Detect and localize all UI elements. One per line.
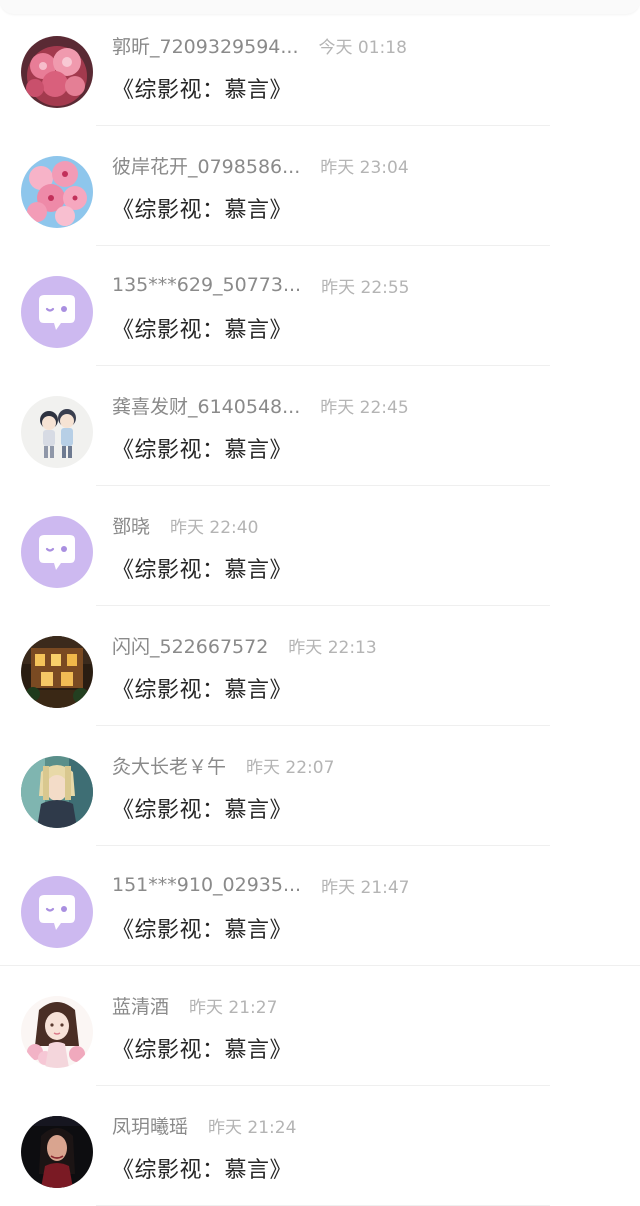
comment-meta: 龚喜发财_6140548... 昨天 22:45 [112,388,409,422]
comment-text: 《综影视：慕言》 [112,558,293,583]
username[interactable]: 郭昕_7209329594... [112,32,299,59]
timestamp: 昨天 22:07 [246,757,335,778]
comment-text: 《综影视：慕言》 [112,798,293,823]
timestamp: 昨天 22:45 [320,397,409,418]
username[interactable]: 龚喜发财_6140548... [112,392,300,419]
default-chat-avatar[interactable] [21,876,93,948]
comment-row[interactable]: 凤玥曦瑶 昨天 21:24 《综影视：慕言》 [0,1086,640,1206]
comment-meta: 蓝清酒 昨天 21:27 [112,988,277,1022]
comment-text: 《综影视：慕言》 [112,198,293,223]
night-house-avatar[interactable] [21,636,93,708]
comment-row[interactable]: 135***629_50773... 昨天 22:55 《综影视：慕言》 [0,246,640,366]
default-chat-avatar[interactable] [21,276,93,348]
comment-row[interactable]: 龚喜发财_6140548... 昨天 22:45 《综影视：慕言》 [0,366,640,486]
comment-meta: 彼岸花开_0798586... 昨天 23:04 [112,148,409,182]
username[interactable]: 闪闪_522667572 [112,632,268,659]
comment-meta: 凤玥曦瑶 昨天 21:24 [112,1108,296,1142]
timestamp: 昨天 23:04 [320,157,409,178]
anime-character-avatar[interactable] [21,756,93,828]
comment-meta: 135***629_50773... 昨天 22:55 [112,268,410,302]
username[interactable]: 凤玥曦瑶 [112,1112,188,1139]
comment-row[interactable]: 151***910_02935... 昨天 21:47 《综影视：慕言》 [0,846,640,966]
dark-portrait-avatar[interactable] [21,1116,93,1188]
comment-row[interactable]: 彼岸花开_0798586... 昨天 23:04 《综影视：慕言》 [0,126,640,246]
comment-row[interactable]: 鄧晓 昨天 22:40 《综影视：慕言》 [0,486,640,606]
comment-text: 《综影视：慕言》 [112,78,293,103]
comment-row[interactable]: 灸大长老￥午 昨天 22:07 《综影视：慕言》 [0,726,640,846]
comment-text: 《综影视：慕言》 [112,318,293,343]
comment-text: 《综影视：慕言》 [112,918,293,943]
username[interactable]: 灸大长老￥午 [112,752,226,779]
comment-meta: 灸大长老￥午 昨天 22:07 [112,748,334,782]
username[interactable]: 135***629_50773... [112,274,301,296]
comment-meta: 闪闪_522667572 昨天 22:13 [112,628,377,662]
comment-row[interactable]: 闪闪_522667572 昨天 22:13 《综影视：慕言》 [0,606,640,726]
comment-text: 《综影视：慕言》 [112,1158,293,1183]
timestamp: 今天 01:18 [318,37,407,58]
timestamp: 昨天 22:13 [288,637,377,658]
comment-text: 《综影视：慕言》 [112,678,293,703]
comment-meta: 鄧晓 昨天 22:40 [112,508,258,542]
username[interactable]: 彼岸花开_0798586... [112,152,300,179]
timestamp: 昨天 21:47 [321,877,410,898]
comment-row[interactable]: 郭昕_7209329594... 今天 01:18 《综影视：慕言》 [0,6,640,126]
comment-text: 《综影视：慕言》 [112,1038,293,1063]
comment-row[interactable]: 蓝清酒 昨天 21:27 《综影视：慕言》 [0,966,640,1086]
comment-meta: 151***910_02935... 昨天 21:47 [112,868,410,902]
timestamp: 昨天 22:40 [170,517,259,538]
timestamp: 昨天 21:27 [189,997,278,1018]
username[interactable]: 鄧晓 [112,512,150,539]
username[interactable]: 151***910_02935... [112,874,301,896]
timestamp: 昨天 22:55 [321,277,410,298]
pink-flowers-avatar[interactable] [21,36,93,108]
comment-meta: 郭昕_7209329594... 今天 01:18 [112,28,407,62]
anime-girl-avatar[interactable] [21,996,93,1068]
username[interactable]: 蓝清酒 [112,992,169,1019]
timestamp: 昨天 21:24 [208,1117,297,1138]
cartoon-couple-avatar[interactable] [21,396,93,468]
comment-text: 《综影视：慕言》 [112,438,293,463]
default-chat-avatar[interactable] [21,516,93,588]
comment-list-screen: 郭昕_7209329594... 今天 01:18 《综影视：慕言》 彼岸花开_… [0,0,640,1206]
cherry-blossom-avatar[interactable] [21,156,93,228]
